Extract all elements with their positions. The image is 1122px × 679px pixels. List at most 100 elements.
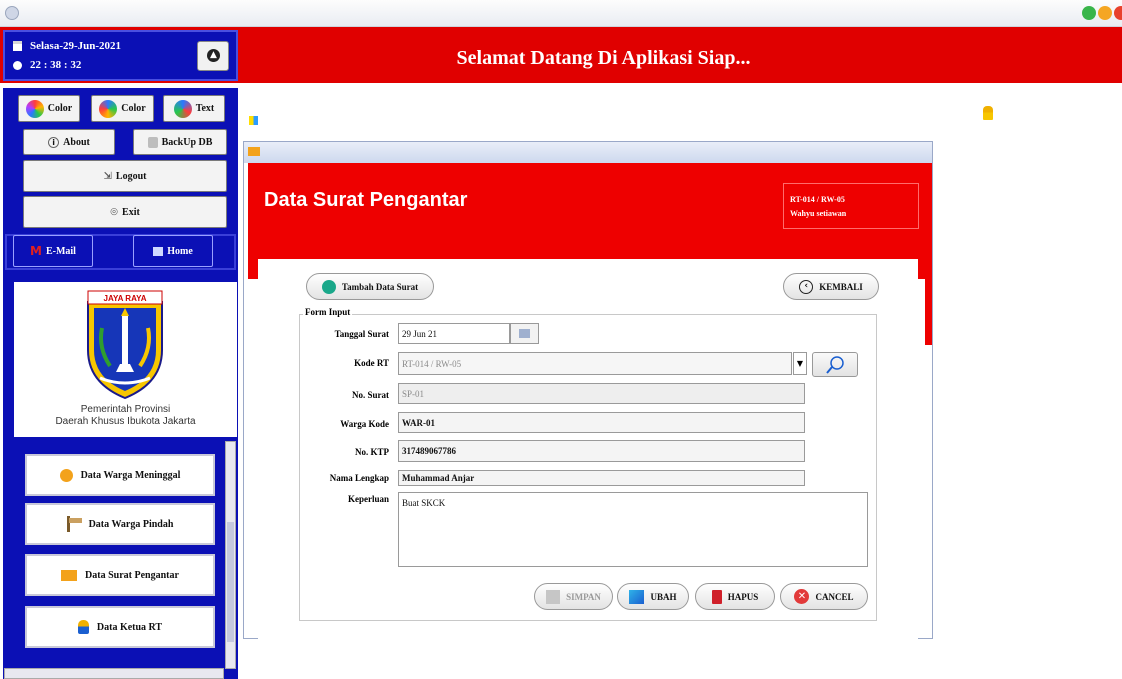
keperluan-textarea[interactable]: Buat SKCK	[398, 492, 868, 567]
back-button[interactable]: ‹ KEMBALI	[783, 273, 879, 300]
color-ball-icon	[173, 99, 192, 118]
about-label: About	[63, 136, 90, 148]
user-rt: RT-014 / RW-05	[1003, 93, 1120, 107]
user-icon	[983, 106, 993, 120]
text-label: Text	[195, 103, 215, 114]
color-ball-icon	[25, 99, 44, 118]
emblem-banner-text: JAYA RAYA	[104, 294, 147, 303]
color2-label: Color	[121, 103, 146, 114]
menu-item-surat-pengantar[interactable]: Data Surat Pengantar	[25, 554, 215, 596]
chevron-down-icon[interactable]: ▼	[793, 352, 807, 375]
clock-icon	[13, 60, 22, 70]
home-icon	[153, 246, 164, 256]
add-surat-button[interactable]: Tambah Data Surat	[306, 273, 434, 300]
user-name: Wahyu setiawan	[1003, 110, 1120, 124]
delete-button[interactable]: HAPUS	[695, 583, 775, 610]
scrollbar-thumb[interactable]	[227, 522, 234, 642]
home-label: Home	[167, 245, 193, 257]
form-input-legend: Form Input	[303, 307, 353, 317]
close-icon[interactable]	[1114, 6, 1122, 20]
app-version: Dashboard V.1.0	[263, 115, 338, 126]
rt-info-box: RT-014 / RW-05 Wahyu setiawan	[783, 183, 919, 229]
about-button[interactable]: i About	[23, 129, 115, 155]
gmail-icon: M	[30, 244, 42, 258]
search-icon	[826, 356, 844, 374]
no-surat-label: No. Surat	[351, 390, 389, 400]
menu-item-label: Data Surat Pengantar	[85, 569, 179, 581]
edit-icon	[629, 589, 645, 604]
ktp-input[interactable]: 317489067786	[398, 440, 805, 462]
text-color-button[interactable]: Text	[163, 95, 225, 122]
cancel-button[interactable]: ✕ CANCEL	[780, 583, 868, 610]
menu-hscrollbar[interactable]	[4, 668, 224, 679]
calendar-icon	[519, 329, 530, 338]
backup-label: BackUp DB	[161, 136, 213, 148]
color1-label: Color	[47, 103, 73, 114]
backup-button[interactable]: BackUp DB	[133, 129, 227, 155]
menu-item-warga-meninggal[interactable]: Data Warga Meninggal	[25, 454, 215, 496]
rt-label: RT-014 / RW-05	[790, 195, 845, 204]
date-picker-button[interactable]	[510, 323, 539, 344]
email-button[interactable]: M E-Mail	[13, 235, 93, 267]
logout-icon: ⇲	[103, 170, 112, 182]
app-title: Sistem Informasi Administrasi Penduduk R…	[244, 85, 831, 107]
cancel-icon: ✕	[794, 589, 810, 604]
inner-titlebar	[244, 142, 932, 163]
logo-caption-2: Daerah Khusus Ibukota Jakarta	[55, 416, 196, 427]
menu-item-label: Data Warga Pindah	[88, 518, 174, 530]
user-icon	[77, 620, 89, 634]
calendar-icon	[13, 41, 22, 51]
add-button-label: Tambah Data Surat	[341, 281, 419, 292]
cancel-label: CANCEL	[815, 591, 854, 602]
logo-panel: JAYA RAYA Pemerintah Provinsi Daerah Khu…	[14, 282, 237, 437]
current-time: 22 : 38 : 32	[30, 59, 82, 71]
menu-item-warga-pindah[interactable]: Data Warga Pindah	[25, 503, 215, 545]
menu-item-label: Data Warga Meninggal	[80, 469, 181, 481]
logo-caption-1: Pemerintah Provinsi	[80, 404, 171, 415]
exit-icon: ◎	[110, 207, 119, 217]
keperluan-label: Keperluan	[347, 494, 389, 504]
color-ball-icon	[99, 99, 118, 118]
welcome-text: Selamat Datang Di Aplikasi Siap...	[456, 47, 751, 69]
trash-icon	[711, 589, 722, 604]
search-button[interactable]	[812, 352, 858, 377]
edit-label: UBAH	[650, 591, 677, 602]
logout-label: Logout	[115, 170, 147, 182]
save-icon	[546, 589, 561, 604]
menu-item-ketua-rt[interactable]: Data Ketua RT	[25, 606, 215, 648]
user-info: RT-014 / RW-05 Wahyu setiawan	[1003, 93, 1120, 126]
color1-button[interactable]: Color	[18, 95, 80, 122]
warga-kode-label: Warga Kode	[340, 419, 389, 429]
color2-button[interactable]: Color	[91, 95, 154, 122]
page-title: Data Surat Pengantar	[264, 189, 468, 211]
email-label: E-Mail	[45, 245, 76, 257]
window-titlebar	[0, 0, 1122, 27]
edit-button[interactable]: UBAH	[617, 583, 689, 610]
nama-input[interactable]: Muhammad Anjar	[398, 470, 805, 486]
surat-window: Data Surat Pengantar RT-014 / RW-05 Wahy…	[243, 141, 933, 639]
collapse-button[interactable]: ▲	[197, 41, 229, 71]
info-icon: i	[48, 136, 60, 148]
arrow-up-icon: ▲	[207, 49, 220, 62]
logout-button[interactable]: ⇲ Logout	[23, 160, 227, 192]
delete-label: HAPUS	[727, 591, 759, 602]
no-surat-input[interactable]: SP-01	[398, 383, 805, 404]
tanggal-input[interactable]: 29 Jun 21	[398, 323, 510, 344]
kode-rt-select[interactable]: RT-014 / RW-05	[398, 352, 792, 375]
home-button[interactable]: Home	[133, 235, 213, 267]
database-icon	[147, 136, 158, 148]
warga-kode-input[interactable]: WAR-01	[398, 412, 805, 433]
envelope-icon	[61, 569, 78, 581]
menu-item-label: Data Ketua RT	[96, 621, 163, 633]
minimize-icon[interactable]	[1082, 6, 1096, 20]
back-button-label: KEMBALI	[819, 281, 863, 292]
app-icon	[5, 6, 19, 20]
jakarta-emblem-icon: JAYA RAYA	[87, 290, 163, 400]
exit-button[interactable]: ◎ Exit	[23, 196, 227, 228]
envelope-icon	[248, 147, 260, 156]
save-button[interactable]: SIMPAN	[534, 583, 613, 610]
dashboard-icon	[249, 116, 258, 125]
maximize-icon[interactable]	[1098, 6, 1112, 20]
save-label: SIMPAN	[566, 591, 601, 602]
menu-scrollbar[interactable]	[225, 441, 236, 669]
